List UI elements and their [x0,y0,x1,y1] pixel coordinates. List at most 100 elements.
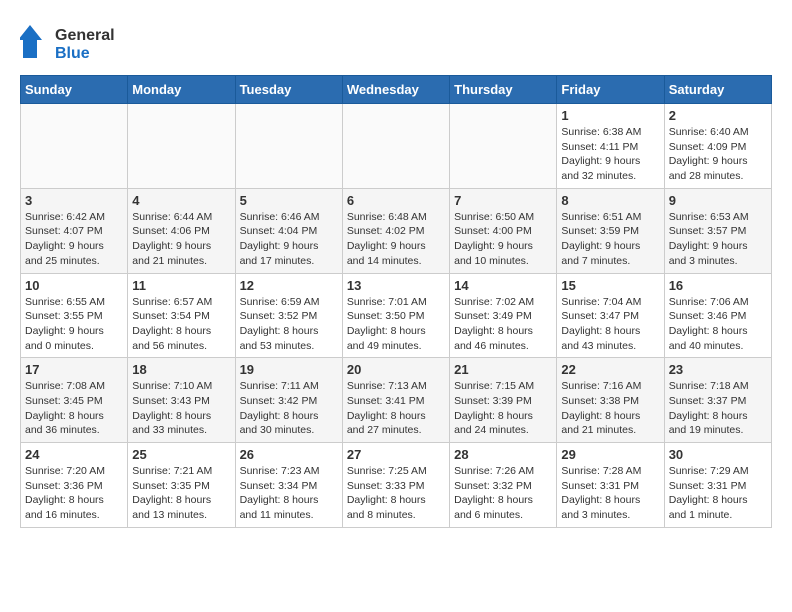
calendar-cell: 22 Sunrise: 7:16 AM Sunset: 3:38 PM Dayli… [557,358,664,443]
day-info: Sunrise: 6:57 AM Sunset: 3:54 PM Dayligh… [132,295,230,354]
day-info: Sunrise: 6:42 AM Sunset: 4:07 PM Dayligh… [25,210,123,269]
calendar-cell: 30Sunrise: 7:29 AM Sunset: 3:31 PM Dayli… [664,443,771,528]
day-number: 19 [240,362,338,377]
calendar-cell: 21 Sunrise: 7:15 AM Sunset: 3:39 PM Dayli… [450,358,557,443]
calendar-cell: 9 Sunrise: 6:53 AM Sunset: 3:57 PM Daylig… [664,188,771,273]
day-info: Sunrise: 7:04 AM Sunset: 3:47 PM Dayligh… [561,295,659,354]
weekday-header-tuesday: Tuesday [235,76,342,104]
calendar-body: 1 Sunrise: 6:38 AM Sunset: 4:11 PM Daylig… [21,104,772,528]
calendar-cell: 8 Sunrise: 6:51 AM Sunset: 3:59 PM Daylig… [557,188,664,273]
day-number: 13 [347,278,445,293]
day-number: 10 [25,278,123,293]
calendar-cell: 11 Sunrise: 6:57 AM Sunset: 3:54 PM Dayli… [128,273,235,358]
calendar-cell: 29 Sunrise: 7:28 AM Sunset: 3:31 PM Dayli… [557,443,664,528]
calendar-header: SundayMondayTuesdayWednesdayThursdayFrid… [21,76,772,104]
calendar-cell: 17Sunrise: 7:08 AM Sunset: 3:45 PM Dayli… [21,358,128,443]
day-number: 14 [454,278,552,293]
calendar-cell: 26 Sunrise: 7:23 AM Sunset: 3:34 PM Dayli… [235,443,342,528]
calendar-week-4: 17Sunrise: 7:08 AM Sunset: 3:45 PM Dayli… [21,358,772,443]
weekday-header-monday: Monday [128,76,235,104]
day-number: 22 [561,362,659,377]
day-info: Sunrise: 7:29 AM Sunset: 3:31 PM Dayligh… [669,464,767,523]
calendar-cell: 14 Sunrise: 7:02 AM Sunset: 3:49 PM Dayli… [450,273,557,358]
day-info: Sunrise: 7:01 AM Sunset: 3:50 PM Dayligh… [347,295,445,354]
calendar-cell: 3Sunrise: 6:42 AM Sunset: 4:07 PM Daylig… [21,188,128,273]
day-info: Sunrise: 7:18 AM Sunset: 3:37 PM Dayligh… [669,379,767,438]
calendar-cell: 27 Sunrise: 7:25 AM Sunset: 3:33 PM Dayli… [342,443,449,528]
calendar-cell: 15 Sunrise: 7:04 AM Sunset: 3:47 PM Dayli… [557,273,664,358]
calendar-cell [450,104,557,189]
day-info: Sunrise: 7:28 AM Sunset: 3:31 PM Dayligh… [561,464,659,523]
day-info: Sunrise: 7:25 AM Sunset: 3:33 PM Dayligh… [347,464,445,523]
day-info: Sunrise: 7:23 AM Sunset: 3:34 PM Dayligh… [240,464,338,523]
day-number: 9 [669,193,767,208]
header: GeneralBlue [20,20,772,65]
logo-svg: GeneralBlue [20,20,140,65]
day-info: Sunrise: 6:46 AM Sunset: 4:04 PM Dayligh… [240,210,338,269]
day-info: Sunrise: 6:50 AM Sunset: 4:00 PM Dayligh… [454,210,552,269]
day-number: 6 [347,193,445,208]
day-number: 15 [561,278,659,293]
calendar-cell: 18Sunrise: 7:10 AM Sunset: 3:43 PM Dayli… [128,358,235,443]
day-info: Sunrise: 6:51 AM Sunset: 3:59 PM Dayligh… [561,210,659,269]
day-number: 18 [132,362,230,377]
weekday-header-friday: Friday [557,76,664,104]
day-number: 21 [454,362,552,377]
svg-text:Blue: Blue [55,45,90,62]
day-info: Sunrise: 7:13 AM Sunset: 3:41 PM Dayligh… [347,379,445,438]
calendar-cell [235,104,342,189]
day-info: Sunrise: 6:38 AM Sunset: 4:11 PM Dayligh… [561,125,659,184]
calendar-cell: 13 Sunrise: 7:01 AM Sunset: 3:50 PM Dayli… [342,273,449,358]
day-number: 12 [240,278,338,293]
day-info: Sunrise: 7:08 AM Sunset: 3:45 PM Dayligh… [25,379,123,438]
calendar-cell: 2Sunrise: 6:40 AM Sunset: 4:09 PM Daylig… [664,104,771,189]
day-number: 27 [347,447,445,462]
calendar-cell [342,104,449,189]
day-info: Sunrise: 7:15 AM Sunset: 3:39 PM Dayligh… [454,379,552,438]
day-info: Sunrise: 7:02 AM Sunset: 3:49 PM Dayligh… [454,295,552,354]
calendar-week-1: 1 Sunrise: 6:38 AM Sunset: 4:11 PM Daylig… [21,104,772,189]
calendar-cell: 23 Sunrise: 7:18 AM Sunset: 3:37 PM Dayli… [664,358,771,443]
calendar-cell: 7Sunrise: 6:50 AM Sunset: 4:00 PM Daylig… [450,188,557,273]
calendar-cell: 5 Sunrise: 6:46 AM Sunset: 4:04 PM Daylig… [235,188,342,273]
calendar-cell: 16Sunrise: 7:06 AM Sunset: 3:46 PM Dayli… [664,273,771,358]
calendar-cell: 19Sunrise: 7:11 AM Sunset: 3:42 PM Dayli… [235,358,342,443]
calendar-cell: 25 Sunrise: 7:21 AM Sunset: 3:35 PM Dayli… [128,443,235,528]
day-info: Sunrise: 7:20 AM Sunset: 3:36 PM Dayligh… [25,464,123,523]
day-number: 29 [561,447,659,462]
day-number: 25 [132,447,230,462]
calendar-cell: 10 Sunrise: 6:55 AM Sunset: 3:55 PM Dayli… [21,273,128,358]
calendar-cell: 28 Sunrise: 7:26 AM Sunset: 3:32 PM Dayli… [450,443,557,528]
calendar-cell: 12 Sunrise: 6:59 AM Sunset: 3:52 PM Dayli… [235,273,342,358]
weekday-header-thursday: Thursday [450,76,557,104]
day-number: 24 [25,447,123,462]
day-info: Sunrise: 7:06 AM Sunset: 3:46 PM Dayligh… [669,295,767,354]
day-info: Sunrise: 6:59 AM Sunset: 3:52 PM Dayligh… [240,295,338,354]
day-info: Sunrise: 6:55 AM Sunset: 3:55 PM Dayligh… [25,295,123,354]
day-info: Sunrise: 7:16 AM Sunset: 3:38 PM Dayligh… [561,379,659,438]
day-number: 1 [561,108,659,123]
day-info: Sunrise: 7:26 AM Sunset: 3:32 PM Dayligh… [454,464,552,523]
calendar-cell: 20 Sunrise: 7:13 AM Sunset: 3:41 PM Dayli… [342,358,449,443]
calendar-week-3: 10 Sunrise: 6:55 AM Sunset: 3:55 PM Dayli… [21,273,772,358]
logo: GeneralBlue [20,20,140,65]
calendar-cell: 1 Sunrise: 6:38 AM Sunset: 4:11 PM Daylig… [557,104,664,189]
day-number: 5 [240,193,338,208]
calendar-table: SundayMondayTuesdayWednesdayThursdayFrid… [20,75,772,528]
weekday-header-row: SundayMondayTuesdayWednesdayThursdayFrid… [21,76,772,104]
day-number: 23 [669,362,767,377]
day-info: Sunrise: 7:21 AM Sunset: 3:35 PM Dayligh… [132,464,230,523]
day-number: 11 [132,278,230,293]
weekday-header-saturday: Saturday [664,76,771,104]
calendar-week-2: 3Sunrise: 6:42 AM Sunset: 4:07 PM Daylig… [21,188,772,273]
day-number: 4 [132,193,230,208]
day-info: Sunrise: 6:44 AM Sunset: 4:06 PM Dayligh… [132,210,230,269]
day-info: Sunrise: 6:53 AM Sunset: 3:57 PM Dayligh… [669,210,767,269]
day-number: 8 [561,193,659,208]
day-number: 20 [347,362,445,377]
day-number: 28 [454,447,552,462]
weekday-header-wednesday: Wednesday [342,76,449,104]
day-info: Sunrise: 6:48 AM Sunset: 4:02 PM Dayligh… [347,210,445,269]
day-number: 26 [240,447,338,462]
calendar-week-5: 24 Sunrise: 7:20 AM Sunset: 3:36 PM Dayli… [21,443,772,528]
